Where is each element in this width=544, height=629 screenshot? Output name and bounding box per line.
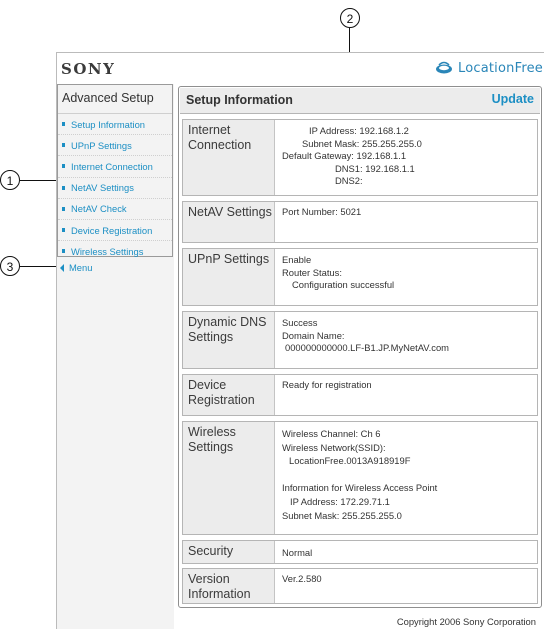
- subnet-mask-value: Subnet Mask: 255.255.255.0: [302, 137, 422, 149]
- default-gateway-value: Default Gateway: 192.168.1.1: [282, 150, 407, 162]
- version-value: Ver.2.580: [282, 573, 322, 584]
- dns2-value: DNS2:: [335, 175, 363, 187]
- locationfree-logo: LocationFree: [434, 59, 543, 77]
- sidebar-item-internet-connection[interactable]: Internet Connection: [58, 155, 172, 176]
- version-information-row: Version Information Ver.2.580: [182, 568, 538, 604]
- sidebar-item-wireless-settings[interactable]: Wireless Settings: [58, 240, 172, 261]
- back-arrow-icon: [60, 263, 64, 272]
- callout-1: 1: [0, 170, 20, 190]
- locationfree-logo-icon: [436, 61, 452, 74]
- update-button[interactable]: Update: [492, 92, 534, 106]
- sidebar-item-label: UPnP Settings: [71, 139, 132, 151]
- bullet-icon: [62, 143, 65, 148]
- row-label: UPnP Settings: [183, 249, 275, 305]
- row-value: Ready for registration: [282, 379, 533, 392]
- menu-link-label: Menu: [69, 262, 93, 273]
- ap-subnet-mask-value: Subnet Mask: 255.255.255.0: [282, 509, 402, 521]
- sidebar-item-setup-information[interactable]: Setup Information: [58, 113, 172, 134]
- upnp-settings-row: UPnP Settings Enable Router Status: Conf…: [182, 248, 538, 306]
- ssid-label: Wireless Network(SSID):: [282, 441, 386, 453]
- sony-logo: SONY: [61, 60, 116, 78]
- row-value: Enable Router Status: Configuration succ…: [282, 254, 533, 292]
- security-value: Normal: [282, 547, 313, 558]
- sidebar-item-label: Setup Information: [71, 118, 146, 130]
- wireless-settings-row: Wireless Settings Wireless Channel: Ch 6…: [182, 421, 538, 535]
- page-title: Setup Information: [186, 93, 293, 107]
- registration-status-value: Ready for registration: [282, 379, 372, 390]
- access-point-heading: Information for Wireless Access Point: [282, 482, 438, 494]
- bullet-icon: [62, 164, 65, 169]
- sidebar-item-netav-check[interactable]: NetAV Check: [58, 197, 172, 219]
- row-label: Internet Connection: [183, 120, 275, 195]
- ddns-status-value: Success: [282, 317, 318, 328]
- router-status-value: Configuration successful: [292, 279, 395, 291]
- menu-link[interactable]: Menu: [60, 262, 92, 273]
- row-label: Device Registration: [183, 375, 275, 415]
- bullet-icon: [62, 122, 65, 127]
- bullet-icon: [62, 228, 65, 233]
- row-value: Port Number: 5021: [282, 206, 533, 219]
- locationfree-logo-text: LocationFree: [458, 60, 543, 76]
- device-registration-row: Device Registration Ready for registrati…: [182, 374, 538, 416]
- sidebar-item-label: Wireless Settings: [71, 245, 144, 257]
- callout-1-leader: [20, 180, 56, 181]
- row-value: Ver.2.580: [282, 573, 533, 586]
- domain-name-label: Domain Name:: [282, 329, 345, 341]
- ssid-value: LocationFree.0013A918919F: [289, 455, 411, 467]
- netav-settings-row: NetAV Settings Port Number: 5021: [182, 201, 538, 243]
- row-label: Security: [183, 541, 275, 563]
- dns1-value: DNS1: 192.168.1.1: [335, 162, 415, 174]
- sidebar-item-label: Device Registration: [71, 224, 153, 236]
- sidebar-item-label: NetAV Check: [71, 203, 127, 215]
- advanced-setup-title: Advanced Setup: [62, 91, 154, 105]
- row-label: NetAV Settings: [183, 202, 275, 242]
- row-value: IP Address: 192.168.1.2 Subnet Mask: 255…: [282, 125, 533, 188]
- row-value: Success Domain Name: 000000000000.LF-B1.…: [282, 317, 533, 355]
- callout-2: 2: [340, 8, 360, 28]
- sidebar-item-netav-settings[interactable]: NetAV Settings: [58, 176, 172, 198]
- wireless-channel-value: Wireless Channel: Ch 6: [282, 428, 381, 439]
- row-label: Wireless Settings: [183, 422, 275, 534]
- row-value: Normal: [282, 547, 533, 560]
- ip-address-value: IP Address: 192.168.1.2: [309, 125, 409, 136]
- router-status-label: Router Status:: [282, 266, 342, 278]
- sidebar-item-label: Internet Connection: [71, 160, 153, 172]
- nav-list: Setup Information UPnP Settings Internet…: [58, 113, 172, 261]
- sidebar-item-device-registration[interactable]: Device Registration: [58, 218, 172, 240]
- upnp-status-value: Enable: [282, 254, 312, 265]
- domain-name-value: 000000000000.LF-B1.JP.MyNetAV.com: [285, 342, 449, 354]
- row-label: Dynamic DNS Settings: [183, 312, 275, 368]
- callout-3: 3: [0, 256, 20, 276]
- copyright: Copyright 2006 Sony Corporation: [396, 616, 536, 627]
- sidebar-item-label: NetAV Settings: [71, 182, 134, 194]
- row-value: Wireless Channel: Ch 6 Wireless Network(…: [282, 427, 533, 522]
- dynamic-dns-row: Dynamic DNS Settings Success Domain Name…: [182, 311, 538, 369]
- callout-3-leader: [20, 266, 56, 267]
- security-row: Security Normal: [182, 540, 538, 564]
- bullet-icon: [62, 206, 65, 211]
- panel-header: Setup Information Update: [180, 88, 540, 114]
- ap-ip-address-value: IP Address: 172.29.71.1: [290, 495, 390, 507]
- bullet-icon: [62, 185, 65, 190]
- setup-information-panel: Setup Information Update Internet Connec…: [178, 86, 542, 608]
- advanced-setup-menu: Advanced Setup Setup Information UPnP Se…: [57, 84, 173, 257]
- sidebar-item-upnp-settings[interactable]: UPnP Settings: [58, 134, 172, 155]
- row-label: Version Information: [183, 569, 275, 603]
- port-number-value: Port Number: 5021: [282, 206, 362, 217]
- internet-connection-row: Internet Connection IP Address: 192.168.…: [182, 119, 538, 196]
- bullet-icon: [62, 249, 65, 254]
